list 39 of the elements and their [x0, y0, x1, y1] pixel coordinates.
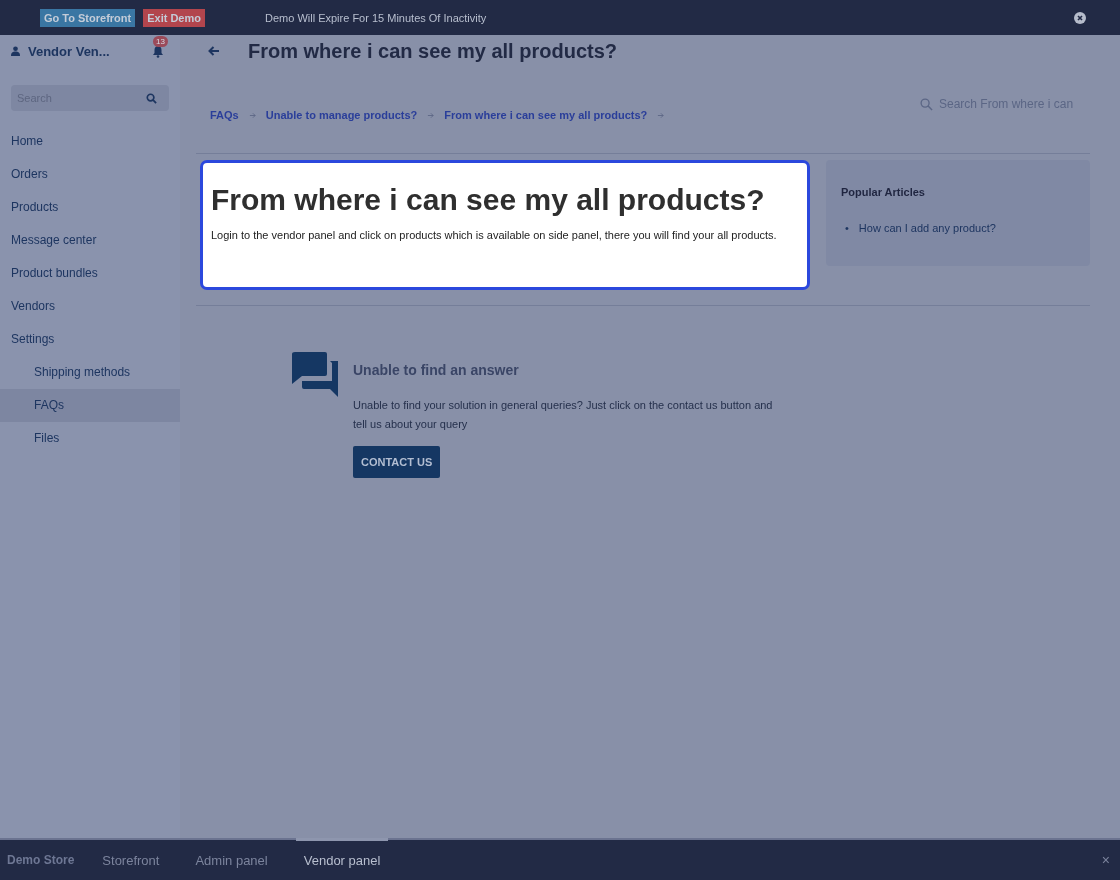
- nav-item[interactable]: Home: [0, 125, 180, 158]
- article-text: Login to the vendor panel and click on products which is available on side panel, there you will find your all products.: [211, 229, 778, 241]
- contact-us-button[interactable]: CONTACT US: [353, 446, 441, 478]
- bell-icon[interactable]: [152, 44, 164, 58]
- nav-item[interactable]: Products: [0, 191, 180, 224]
- panel-tab[interactable]: Vendor panel: [295, 838, 389, 878]
- demo-button[interactable]: Go To Storefront: [40, 8, 136, 27]
- search-icon: [920, 97, 933, 111]
- nav-item[interactable]: Message center: [0, 224, 180, 257]
- nav-item[interactable]: Vendors: [0, 290, 180, 323]
- nav-item[interactable]: FAQs: [0, 389, 180, 422]
- nav-item[interactable]: Shipping methods: [0, 356, 180, 389]
- close-icon[interactable]: [1074, 11, 1086, 24]
- demo-expiry-message: Demo Will Expire For 15 Minutes Of Inactivity: [265, 11, 488, 24]
- breadcrumb-link[interactable]: From where i can see my all products?: [444, 109, 648, 121]
- nav-item[interactable]: Settings: [0, 323, 180, 356]
- search-icon[interactable]: [146, 93, 157, 104]
- panel-tab[interactable]: Storefront: [94, 838, 168, 878]
- popular-articles-title: Popular Articles: [841, 186, 926, 198]
- help-text: Unable to find your solution in general queries? Just click on the contact us button and tell us about your query: [353, 398, 774, 432]
- article-link[interactable]: How can I add any product?: [858, 222, 996, 234]
- notification-count: 13: [153, 35, 168, 47]
- page-title: From where i can see my all products?: [248, 39, 617, 63]
- article-title: From where i can see my all products?: [211, 183, 766, 217]
- help-title: Unable to find an answer: [353, 362, 520, 378]
- nav-item[interactable]: Product bundles: [0, 257, 180, 290]
- vendor-name[interactable]: Vendor Ven...: [28, 43, 152, 59]
- close-button[interactable]: ×: [1101, 852, 1110, 868]
- bullet: •: [845, 222, 849, 234]
- demo-button[interactable]: Exit Demo: [143, 8, 205, 27]
- store-name: Demo Store: [7, 853, 75, 867]
- nav-item[interactable]: Files: [0, 422, 180, 455]
- breadcrumb-link[interactable]: Unable to manage products?: [265, 109, 418, 121]
- user-icon: [11, 46, 20, 56]
- chat-bubbles-icon: [292, 352, 338, 397]
- breadcrumb-link[interactable]: FAQs: [210, 109, 239, 121]
- nav-item[interactable]: Orders: [0, 158, 180, 191]
- panel-tab[interactable]: Admin panel: [187, 838, 276, 878]
- back-arrow-icon[interactable]: [208, 46, 220, 56]
